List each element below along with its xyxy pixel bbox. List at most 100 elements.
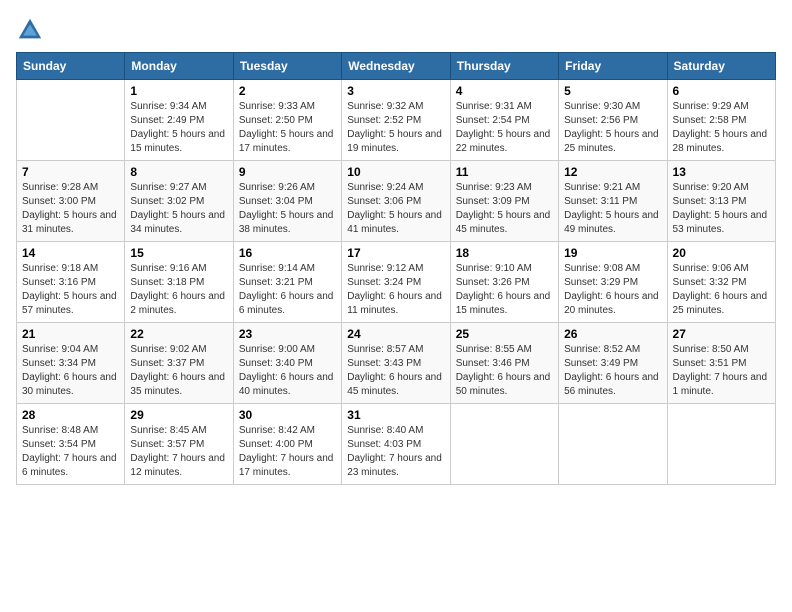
day-info: Sunrise: 9:10 AMSunset: 3:26 PMDaylight:… bbox=[456, 262, 553, 318]
day-info: Sunrise: 9:14 AMSunset: 3:21 PMDaylight:… bbox=[239, 262, 336, 318]
day-info: Sunrise: 8:45 AMSunset: 3:57 PMDaylight:… bbox=[130, 424, 227, 480]
day-info: Sunrise: 9:12 AMSunset: 3:24 PMDaylight:… bbox=[347, 262, 444, 318]
day-number: 24 bbox=[347, 327, 444, 341]
calendar-cell: 27 Sunrise: 8:50 AMSunset: 3:51 PMDayligh… bbox=[667, 323, 775, 404]
day-info: Sunrise: 9:26 AMSunset: 3:04 PMDaylight:… bbox=[239, 181, 336, 237]
calendar-week-row: 21 Sunrise: 9:04 AMSunset: 3:34 PMDayligh… bbox=[17, 323, 776, 404]
day-number: 8 bbox=[130, 165, 227, 179]
calendar-table: SundayMondayTuesdayWednesdayThursdayFrid… bbox=[16, 52, 776, 485]
day-number: 23 bbox=[239, 327, 336, 341]
day-info: Sunrise: 9:33 AMSunset: 2:50 PMDaylight:… bbox=[239, 100, 336, 156]
day-info: Sunrise: 9:18 AMSunset: 3:16 PMDaylight:… bbox=[22, 262, 119, 318]
day-number: 9 bbox=[239, 165, 336, 179]
day-info: Sunrise: 9:30 AMSunset: 2:56 PMDaylight:… bbox=[564, 100, 661, 156]
day-info: Sunrise: 9:21 AMSunset: 3:11 PMDaylight:… bbox=[564, 181, 661, 237]
day-number: 30 bbox=[239, 408, 336, 422]
calendar-cell: 6 Sunrise: 9:29 AMSunset: 2:58 PMDaylight… bbox=[667, 80, 775, 161]
day-number: 22 bbox=[130, 327, 227, 341]
calendar-header-row: SundayMondayTuesdayWednesdayThursdayFrid… bbox=[17, 53, 776, 80]
day-info: Sunrise: 9:08 AMSunset: 3:29 PMDaylight:… bbox=[564, 262, 661, 318]
calendar-cell bbox=[17, 80, 125, 161]
calendar-cell: 9 Sunrise: 9:26 AMSunset: 3:04 PMDaylight… bbox=[233, 161, 341, 242]
day-number: 17 bbox=[347, 246, 444, 260]
day-info: Sunrise: 9:16 AMSunset: 3:18 PMDaylight:… bbox=[130, 262, 227, 318]
day-number: 19 bbox=[564, 246, 661, 260]
calendar-cell: 15 Sunrise: 9:16 AMSunset: 3:18 PMDayligh… bbox=[125, 242, 233, 323]
calendar-cell: 16 Sunrise: 9:14 AMSunset: 3:21 PMDayligh… bbox=[233, 242, 341, 323]
day-number: 29 bbox=[130, 408, 227, 422]
logo-icon bbox=[16, 16, 44, 44]
day-number: 20 bbox=[673, 246, 770, 260]
calendar-cell: 10 Sunrise: 9:24 AMSunset: 3:06 PMDayligh… bbox=[342, 161, 450, 242]
calendar-cell: 11Sunrise: 9:23 AMSunset: 3:09 PMDayligh… bbox=[450, 161, 558, 242]
calendar-cell: 21 Sunrise: 9:04 AMSunset: 3:34 PMDayligh… bbox=[17, 323, 125, 404]
day-info: Sunrise: 8:40 AMSunset: 4:03 PMDaylight:… bbox=[347, 424, 444, 480]
day-number: 3 bbox=[347, 84, 444, 98]
day-number: 25 bbox=[456, 327, 553, 341]
calendar-week-row: 1Sunrise: 9:34 AMSunset: 2:49 PMDaylight… bbox=[17, 80, 776, 161]
day-info: Sunrise: 8:42 AMSunset: 4:00 PMDaylight:… bbox=[239, 424, 336, 480]
day-info: Sunrise: 9:06 AMSunset: 3:32 PMDaylight:… bbox=[673, 262, 770, 318]
day-number: 15 bbox=[130, 246, 227, 260]
calendar-cell: 22 Sunrise: 9:02 AMSunset: 3:37 PMDayligh… bbox=[125, 323, 233, 404]
day-info: Sunrise: 8:50 AMSunset: 3:51 PMDaylight:… bbox=[673, 343, 770, 399]
day-info: Sunrise: 8:57 AMSunset: 3:43 PMDaylight:… bbox=[347, 343, 444, 399]
calendar-cell: 14 Sunrise: 9:18 AMSunset: 3:16 PMDayligh… bbox=[17, 242, 125, 323]
calendar-cell: 18 Sunrise: 9:10 AMSunset: 3:26 PMDayligh… bbox=[450, 242, 558, 323]
day-info: Sunrise: 9:00 AMSunset: 3:40 PMDaylight:… bbox=[239, 343, 336, 399]
day-number: 16 bbox=[239, 246, 336, 260]
day-info: Sunrise: 9:28 AMSunset: 3:00 PMDaylight:… bbox=[22, 181, 119, 237]
day-info: Sunrise: 9:24 AMSunset: 3:06 PMDaylight:… bbox=[347, 181, 444, 237]
calendar-week-row: 7Sunrise: 9:28 AMSunset: 3:00 PMDaylight… bbox=[17, 161, 776, 242]
day-number: 31 bbox=[347, 408, 444, 422]
calendar-cell: 28Sunrise: 8:48 AMSunset: 3:54 PMDayligh… bbox=[17, 404, 125, 485]
day-header-thursday: Thursday bbox=[450, 53, 558, 80]
logo bbox=[16, 16, 48, 44]
day-header-friday: Friday bbox=[559, 53, 667, 80]
calendar-cell: 8Sunrise: 9:27 AMSunset: 3:02 PMDaylight… bbox=[125, 161, 233, 242]
calendar-cell: 31 Sunrise: 8:40 AMSunset: 4:03 PMDayligh… bbox=[342, 404, 450, 485]
day-number: 6 bbox=[673, 84, 770, 98]
day-info: Sunrise: 9:34 AMSunset: 2:49 PMDaylight:… bbox=[130, 100, 227, 156]
day-info: Sunrise: 9:20 AMSunset: 3:13 PMDaylight:… bbox=[673, 181, 770, 237]
day-info: Sunrise: 9:02 AMSunset: 3:37 PMDaylight:… bbox=[130, 343, 227, 399]
day-header-sunday: Sunday bbox=[17, 53, 125, 80]
calendar-cell: 3 Sunrise: 9:32 AMSunset: 2:52 PMDaylight… bbox=[342, 80, 450, 161]
day-number: 13 bbox=[673, 165, 770, 179]
day-number: 26 bbox=[564, 327, 661, 341]
calendar-cell: 26 Sunrise: 8:52 AMSunset: 3:49 PMDayligh… bbox=[559, 323, 667, 404]
day-info: Sunrise: 9:23 AMSunset: 3:09 PMDaylight:… bbox=[456, 181, 553, 237]
day-number: 21 bbox=[22, 327, 119, 341]
calendar-cell bbox=[667, 404, 775, 485]
day-info: Sunrise: 9:29 AMSunset: 2:58 PMDaylight:… bbox=[673, 100, 770, 156]
calendar-cell: 13 Sunrise: 9:20 AMSunset: 3:13 PMDayligh… bbox=[667, 161, 775, 242]
day-info: Sunrise: 9:31 AMSunset: 2:54 PMDaylight:… bbox=[456, 100, 553, 156]
day-info: Sunrise: 8:55 AMSunset: 3:46 PMDaylight:… bbox=[456, 343, 553, 399]
calendar-cell: 24 Sunrise: 8:57 AMSunset: 3:43 PMDayligh… bbox=[342, 323, 450, 404]
calendar-cell: 12Sunrise: 9:21 AMSunset: 3:11 PMDayligh… bbox=[559, 161, 667, 242]
calendar-cell bbox=[450, 404, 558, 485]
calendar-cell: 5Sunrise: 9:30 AMSunset: 2:56 PMDaylight… bbox=[559, 80, 667, 161]
day-number: 2 bbox=[239, 84, 336, 98]
day-number: 18 bbox=[456, 246, 553, 260]
calendar-cell: 4 Sunrise: 9:31 AMSunset: 2:54 PMDaylight… bbox=[450, 80, 558, 161]
day-header-tuesday: Tuesday bbox=[233, 53, 341, 80]
day-info: Sunrise: 9:04 AMSunset: 3:34 PMDaylight:… bbox=[22, 343, 119, 399]
calendar-cell: 1Sunrise: 9:34 AMSunset: 2:49 PMDaylight… bbox=[125, 80, 233, 161]
calendar-cell: 30 Sunrise: 8:42 AMSunset: 4:00 PMDayligh… bbox=[233, 404, 341, 485]
day-number: 4 bbox=[456, 84, 553, 98]
day-number: 14 bbox=[22, 246, 119, 260]
day-info: Sunrise: 8:52 AMSunset: 3:49 PMDaylight:… bbox=[564, 343, 661, 399]
calendar-week-row: 14 Sunrise: 9:18 AMSunset: 3:16 PMDayligh… bbox=[17, 242, 776, 323]
calendar-cell: 29 Sunrise: 8:45 AMSunset: 3:57 PMDayligh… bbox=[125, 404, 233, 485]
day-number: 27 bbox=[673, 327, 770, 341]
calendar-cell: 20 Sunrise: 9:06 AMSunset: 3:32 PMDayligh… bbox=[667, 242, 775, 323]
calendar-cell: 25 Sunrise: 8:55 AMSunset: 3:46 PMDayligh… bbox=[450, 323, 558, 404]
calendar-cell: 17 Sunrise: 9:12 AMSunset: 3:24 PMDayligh… bbox=[342, 242, 450, 323]
day-header-monday: Monday bbox=[125, 53, 233, 80]
calendar-cell: 2 Sunrise: 9:33 AMSunset: 2:50 PMDaylight… bbox=[233, 80, 341, 161]
day-header-saturday: Saturday bbox=[667, 53, 775, 80]
day-info: Sunrise: 9:32 AMSunset: 2:52 PMDaylight:… bbox=[347, 100, 444, 156]
day-number: 10 bbox=[347, 165, 444, 179]
day-header-wednesday: Wednesday bbox=[342, 53, 450, 80]
